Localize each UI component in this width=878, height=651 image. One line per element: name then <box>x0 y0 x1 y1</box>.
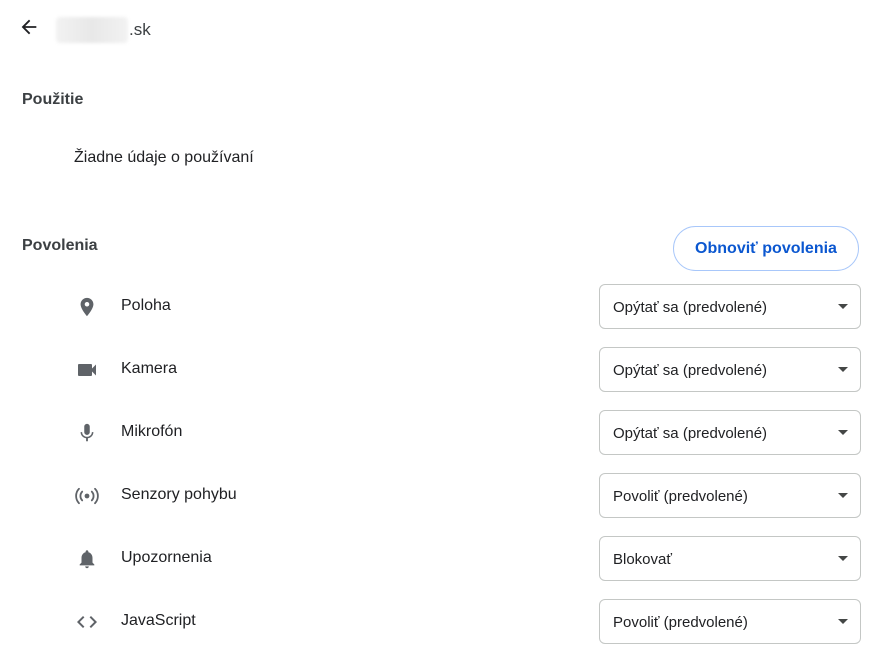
permissions-section-title: Povolenia <box>22 237 98 254</box>
permission-select-javascript[interactable]: Povoliť (predvolené) <box>599 599 861 644</box>
dropdown-arrow-icon <box>838 556 848 561</box>
site-hostname: .sk <box>56 17 151 43</box>
permission-row-microphone: Mikrofón Opýtať sa (predvolené) <box>0 409 878 457</box>
hostname-suffix: .sk <box>129 20 151 39</box>
permission-row-javascript: JavaScript Povoliť (predvolené) <box>0 598 878 646</box>
permission-select-camera[interactable]: Opýtať sa (predvolené) <box>599 347 861 392</box>
code-icon <box>74 610 100 634</box>
microphone-icon <box>74 421 100 445</box>
reset-permissions-button[interactable]: Obnoviť povolenia <box>673 226 859 271</box>
dropdown-arrow-icon <box>838 304 848 309</box>
dropdown-arrow-icon <box>838 430 848 435</box>
select-value: Opýtať sa (predvolené) <box>613 425 768 442</box>
redacted-hostname <box>56 17 128 43</box>
usage-section-title: Použitie <box>22 91 84 108</box>
usage-empty-text: Žiadne údaje o používaní <box>74 149 254 166</box>
permission-row-motion-sensors: Senzory pohybu Povoliť (predvolené) <box>0 472 878 520</box>
permission-label: Kamera <box>121 360 178 377</box>
location-pin-icon <box>74 295 100 319</box>
select-value: Povoliť (predvolené) <box>613 614 748 631</box>
site-settings-page: .sk Použitie Žiadne údaje o používaní Po… <box>0 0 878 651</box>
dropdown-arrow-icon <box>838 619 848 624</box>
permission-select-microphone[interactable]: Opýtať sa (predvolené) <box>599 410 861 455</box>
permission-row-notifications: Upozornenia Blokovať <box>0 535 878 583</box>
camera-icon <box>74 358 100 382</box>
permission-label: Poloha <box>121 297 171 314</box>
permission-label: Upozornenia <box>121 549 212 566</box>
motion-sensor-icon <box>74 484 100 508</box>
select-value: Opýtať sa (predvolené) <box>613 299 768 316</box>
back-button[interactable] <box>14 14 44 44</box>
permission-label: JavaScript <box>121 612 196 629</box>
permission-row-location: Poloha Opýtať sa (predvolené) <box>0 283 878 331</box>
dropdown-arrow-icon <box>838 367 848 372</box>
select-value: Opýtať sa (predvolené) <box>613 362 768 379</box>
permission-select-notifications[interactable]: Blokovať <box>599 536 861 581</box>
bell-icon <box>74 547 100 571</box>
select-value: Povoliť (predvolené) <box>613 488 748 505</box>
permission-select-motion-sensors[interactable]: Povoliť (predvolené) <box>599 473 861 518</box>
permission-select-location[interactable]: Opýtať sa (predvolené) <box>599 284 861 329</box>
dropdown-arrow-icon <box>838 493 848 498</box>
select-value: Blokovať <box>613 551 672 568</box>
permission-row-camera: Kamera Opýtať sa (predvolené) <box>0 346 878 394</box>
permission-label: Senzory pohybu <box>121 486 237 503</box>
page-header: .sk <box>0 0 878 58</box>
back-arrow-icon <box>18 16 40 43</box>
permission-label: Mikrofón <box>121 423 183 440</box>
